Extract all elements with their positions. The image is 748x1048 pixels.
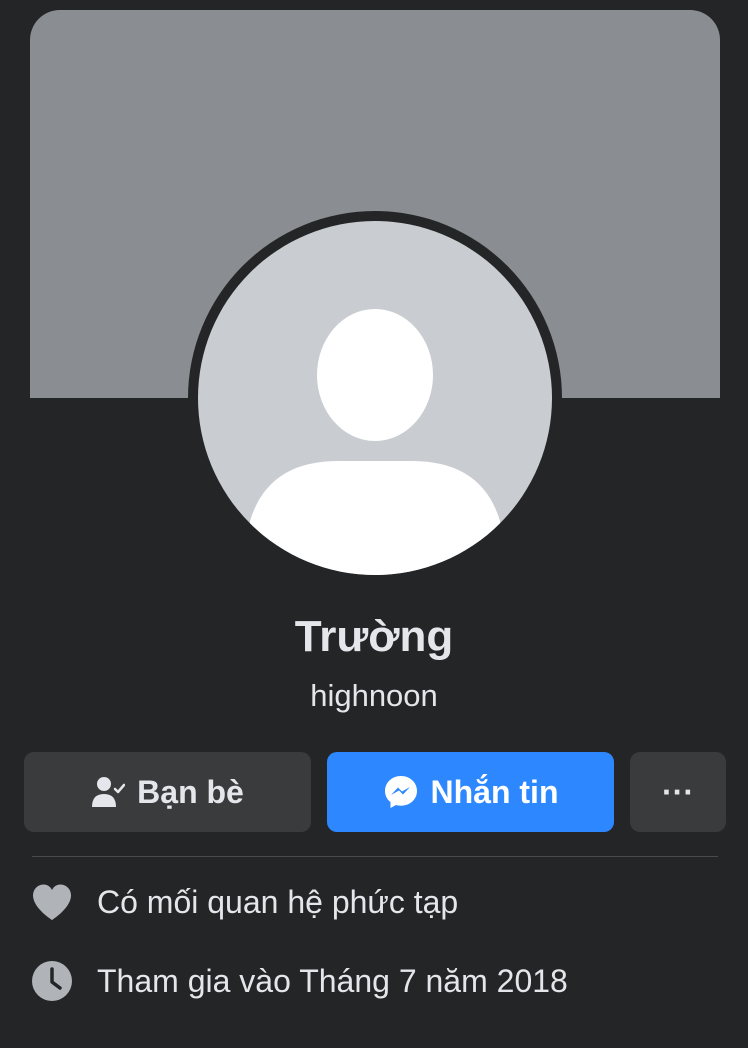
clock-icon bbox=[30, 959, 74, 1003]
info-row-relationship: Có mối quan hệ phức tạp bbox=[30, 878, 458, 926]
joined-text: Tham gia vào Tháng 7 năm 2018 bbox=[97, 962, 568, 999]
info-row-joined: Tham gia vào Tháng 7 năm 2018 bbox=[30, 957, 568, 1005]
friends-button[interactable]: Bạn bè bbox=[24, 752, 311, 832]
profile-username: highnoon bbox=[310, 678, 438, 713]
more-options-button[interactable]: ··· bbox=[630, 752, 726, 832]
messenger-icon bbox=[383, 774, 419, 810]
more-dots-icon: ··· bbox=[662, 773, 694, 810]
message-label: Nhắn tin bbox=[430, 773, 559, 810]
relationship-text: Có mối quan hệ phức tạp bbox=[97, 883, 459, 920]
heart-icon bbox=[30, 880, 74, 924]
friends-label: Bạn bè bbox=[137, 773, 244, 810]
profile-page: Trường highnoon Bạn bè Nhắn tin ··· Có m… bbox=[0, 0, 748, 1048]
message-button[interactable]: Nhắn tin bbox=[327, 752, 614, 832]
avatar[interactable] bbox=[198, 221, 552, 575]
profile-name: Trường bbox=[294, 612, 454, 661]
friend-check-icon bbox=[91, 775, 126, 809]
divider bbox=[32, 856, 718, 857]
default-person-icon bbox=[250, 309, 500, 575]
